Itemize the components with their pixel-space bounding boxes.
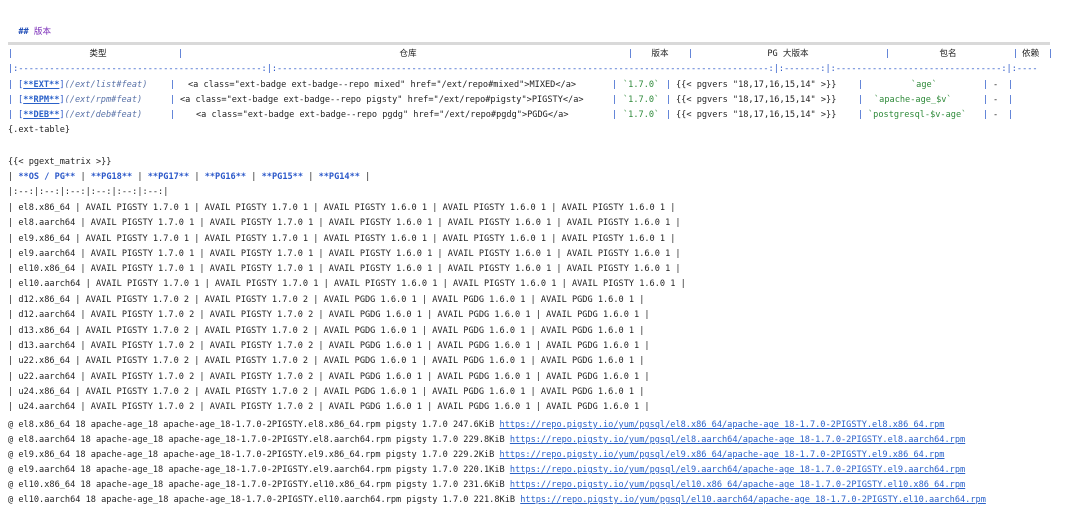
matrix-row: | d12.aarch64 | AVAIL PIGSTY 1.7.0 2 | A… xyxy=(8,310,650,320)
table-class-attr: {.ext-table} xyxy=(8,125,71,135)
repo-cell: <a class="ext-badge ext-badge--repo pigs… xyxy=(180,95,584,105)
heading-marker: ## xyxy=(18,27,29,37)
matrix-row: | el10.aarch64 | AVAIL PIGSTY 1.7.0 1 | … xyxy=(8,279,686,289)
matrix-row: | d13.x86_64 | AVAIL PIGSTY 1.7.0 2 | AV… xyxy=(8,326,645,336)
dep-cell: - xyxy=(993,80,999,90)
header-type: 类型 xyxy=(89,49,107,59)
matrix-row: | el8.x86_64 | AVAIL PIGSTY 1.7.0 1 | AV… xyxy=(8,203,676,213)
type-link[interactable]: **DEB** xyxy=(23,110,59,120)
pkg-cell: `age` xyxy=(911,80,937,90)
package-url-link[interactable]: https://repo.pigsty.io/yum/pgsql/el8.aar… xyxy=(510,435,965,445)
matrix-row: | u22.x86_64 | AVAIL PIGSTY 1.7.0 2 | AV… xyxy=(8,356,645,366)
repo-cell: <a class="ext-badge ext-badge--repo pgdg… xyxy=(196,110,569,120)
matrix-header-row: | **OS / PG** | **PG18** | **PG17** | **… xyxy=(8,172,371,182)
type-link[interactable]: **EXT** xyxy=(23,80,59,90)
matrix-row: | el9.aarch64 | AVAIL PIGSTY 1.7.0 1 | A… xyxy=(8,249,681,259)
pg-cell: {{< pgvers "18,17,16,15,14" >}} xyxy=(676,80,837,90)
header-version: 版本 xyxy=(651,49,669,59)
pkg-cell: `apache-age_$v` xyxy=(874,95,952,105)
dep-cell: - xyxy=(993,110,999,120)
pg-cell: {{< pgvers "18,17,16,15,14" >}} xyxy=(676,95,837,105)
matrix-row: | u22.aarch64 | AVAIL PIGSTY 1.7.0 2 | A… xyxy=(8,372,650,382)
package-url-link[interactable]: https://repo.pigsty.io/yum/pgsql/el8.x86… xyxy=(500,420,945,430)
version-cell: `1.7.0` xyxy=(623,80,660,90)
matrix-row: | el10.x86_64 | AVAIL PIGSTY 1.7.0 1 | A… xyxy=(8,264,681,274)
matrix-row: | d12.x86_64 | AVAIL PIGSTY 1.7.0 2 | AV… xyxy=(8,295,645,305)
matrix-row: | d13.aarch64 | AVAIL PIGSTY 1.7.0 2 | A… xyxy=(8,341,650,351)
heading-text: 版本 xyxy=(33,27,52,37)
header-pkg: 包名 xyxy=(939,49,957,59)
package-line: @ el9.x86_64 18 apache-age_18 apache-age… xyxy=(8,450,945,460)
type-link[interactable]: **RPM** xyxy=(23,95,59,105)
repo-cell: <a class="ext-badge ext-badge--repo mixe… xyxy=(188,80,577,90)
type-path[interactable]: (/ext/rpm#feat) xyxy=(65,95,143,105)
table-header-row: | 类型 | 仓库 | 版本 | PG 大版本 | 包名 | 依赖 | xyxy=(8,47,1053,62)
pkg-cell: `postgresql-$v-age` xyxy=(868,110,967,120)
table-row: | [**EXT**](/ext/list#feat) | <a class="… xyxy=(8,78,1053,93)
table-ruler xyxy=(8,42,1050,45)
package-line: @ el10.x86_64 18 apache-age_18 apache-ag… xyxy=(8,480,966,490)
package-line: @ el9.aarch64 18 apache-age_18 apache-ag… xyxy=(8,465,966,475)
package-url-link[interactable]: https://repo.pigsty.io/yum/pgsql/el10.x8… xyxy=(510,480,965,490)
matrix-separator: |:--:|:--:|:--:|:--:|:--:|:--:| xyxy=(8,187,169,197)
matrix-open-shortcode: {{< pgext_matrix >}} xyxy=(8,157,112,167)
matrix-row: | el8.aarch64 | AVAIL PIGSTY 1.7.0 1 | A… xyxy=(8,218,681,228)
pg-cell: {{< pgvers "18,17,16,15,14" >}} xyxy=(676,110,837,120)
package-url-link[interactable]: https://repo.pigsty.io/yum/pgsql/el10.aa… xyxy=(520,495,986,505)
table-separator: |:--------------------------------------… xyxy=(8,64,1038,74)
header-dep: 依赖 xyxy=(1022,49,1040,59)
package-url-link[interactable]: https://repo.pigsty.io/yum/pgsql/el9.aar… xyxy=(510,465,965,475)
package-line: @ el10.aarch64 18 apache-age_18 apache-a… xyxy=(8,495,986,505)
matrix-row: | el9.x86_64 | AVAIL PIGSTY 1.7.0 1 | AV… xyxy=(8,234,676,244)
package-url-link[interactable]: https://repo.pigsty.io/yum/pgsql/el9.x86… xyxy=(500,450,945,460)
header-pg: PG 大版本 xyxy=(767,49,809,59)
type-path[interactable]: (/ext/list#feat) xyxy=(65,80,148,90)
version-cell: `1.7.0` xyxy=(623,110,660,120)
header-repo: 仓库 xyxy=(399,49,417,59)
package-line: @ el8.aarch64 18 apache-age_18 apache-ag… xyxy=(8,435,966,445)
dep-cell: - xyxy=(993,95,999,105)
type-path[interactable]: (/ext/deb#feat) xyxy=(65,110,143,120)
version-cell: `1.7.0` xyxy=(623,95,660,105)
matrix-row: | u24.aarch64 | AVAIL PIGSTY 1.7.0 2 | A… xyxy=(8,402,650,412)
table-row: | [**DEB**](/ext/deb#feat) | <a class="e… xyxy=(8,108,1053,123)
matrix-row: | u24.x86_64 | AVAIL PIGSTY 1.7.0 2 | AV… xyxy=(8,387,645,397)
table-row: | [**RPM**](/ext/rpm#feat) | <a class="e… xyxy=(8,93,1053,108)
section-heading: ## 版本 xyxy=(8,10,51,37)
package-line: @ el8.x86_64 18 apache-age_18 apache-age… xyxy=(8,420,945,430)
